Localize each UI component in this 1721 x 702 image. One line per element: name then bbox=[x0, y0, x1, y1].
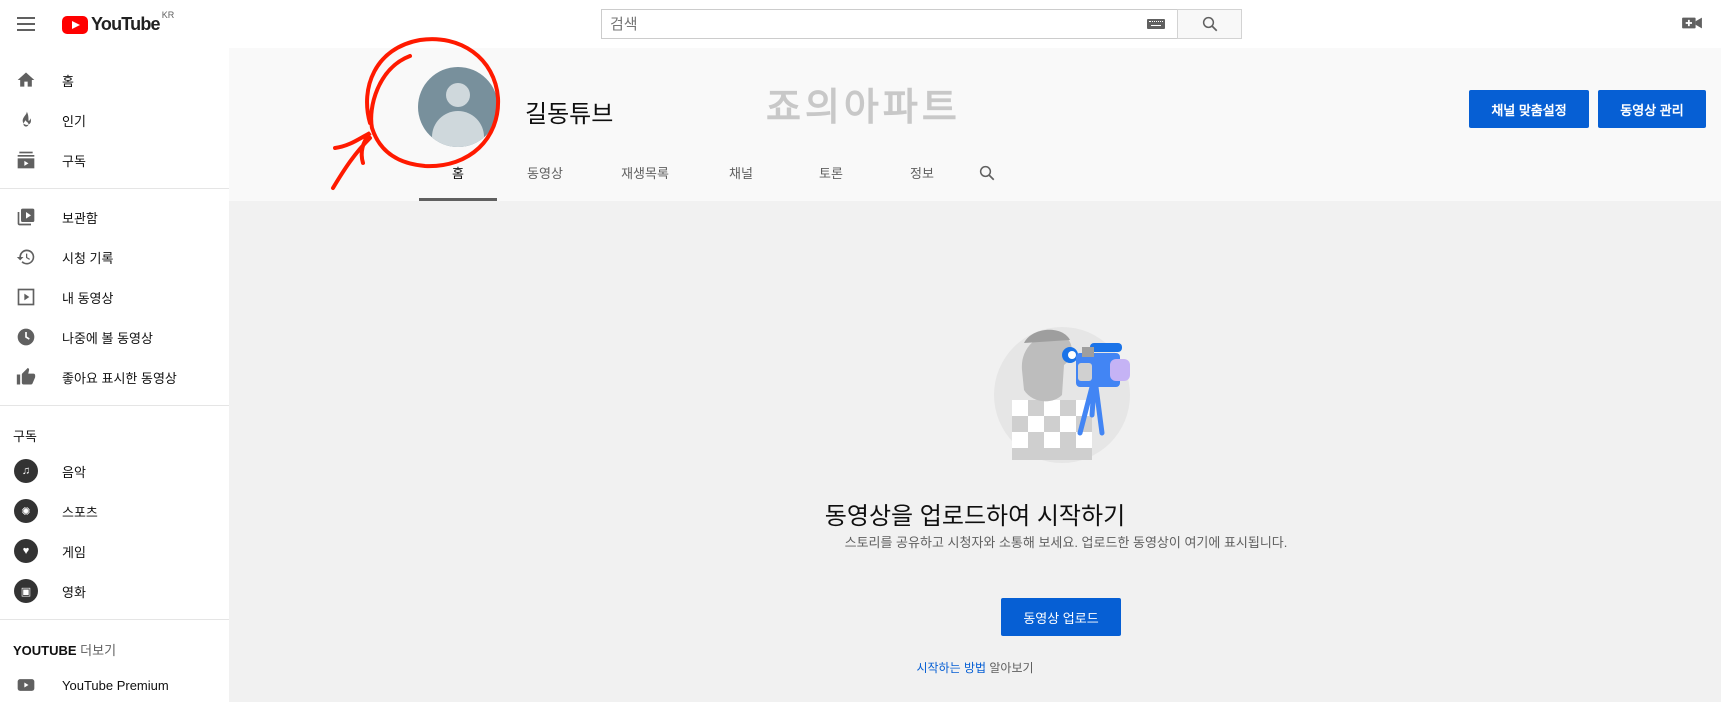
watermark-text: 죠의아파트 bbox=[766, 87, 961, 129]
learn-how-link[interactable]: 시작하는 방법 bbox=[916, 661, 986, 675]
my-videos-icon bbox=[14, 285, 38, 309]
sidebar-item-home[interactable]: 홈 bbox=[0, 60, 229, 100]
sidebar-item-music[interactable]: ♫ 음악 bbox=[0, 451, 229, 491]
menu-icon[interactable] bbox=[14, 12, 38, 36]
tab-home[interactable]: 홈 bbox=[419, 144, 497, 201]
tab-discussion[interactable]: 토론 bbox=[785, 144, 877, 201]
subscriptions-heading: 구독 bbox=[13, 429, 37, 444]
tab-channels[interactable]: 채널 bbox=[697, 144, 785, 201]
flame-icon bbox=[14, 108, 38, 132]
logo-region: KR bbox=[161, 10, 175, 20]
search-icon bbox=[979, 165, 995, 180]
learn-how-rest: 알아보기 bbox=[986, 661, 1034, 675]
sidebar: 홈 인기 구독 보관함 시청 기록 내 동영상 나중에 볼 동영상 좋아요 표시… bbox=[0, 48, 229, 702]
sidebar-item-trending[interactable]: 인기 bbox=[0, 100, 229, 140]
channel-name: 길동튜브 bbox=[525, 101, 614, 128]
sidebar-item-history[interactable]: 시청 기록 bbox=[0, 237, 229, 277]
sidebar-item-label: YouTube Premium bbox=[62, 677, 169, 693]
sidebar-item-label: 내 동영상 bbox=[62, 290, 114, 306]
create-video-icon[interactable] bbox=[1681, 14, 1703, 32]
channel-avatar[interactable] bbox=[418, 67, 498, 147]
tab-playlists[interactable]: 재생목록 bbox=[593, 144, 697, 201]
music-icon: ♫ bbox=[14, 459, 38, 483]
channel-tabs: 홈 동영상 재생목록 채널 토론 정보 bbox=[419, 144, 1007, 201]
movies-icon: ▣ bbox=[14, 579, 38, 603]
home-icon bbox=[14, 68, 38, 92]
sidebar-item-label: 시청 기록 bbox=[62, 250, 114, 266]
top-bar: YouTube KR bbox=[0, 0, 1721, 48]
youtube-logo[interactable]: YouTube KR bbox=[62, 10, 174, 35]
library-icon bbox=[14, 205, 38, 229]
youtube-play-icon bbox=[62, 15, 88, 34]
empty-state-title: 동영상을 업로드하여 시작하기 bbox=[824, 503, 1126, 530]
search-box bbox=[601, 9, 1177, 39]
more-heading-rest: 더보기 bbox=[76, 643, 117, 658]
history-icon bbox=[14, 245, 38, 269]
upload-video-button[interactable]: 동영상 업로드 bbox=[1001, 598, 1121, 636]
sidebar-item-label: 보관함 bbox=[62, 210, 98, 226]
sidebar-divider bbox=[0, 188, 229, 189]
channel-search-button[interactable] bbox=[967, 144, 1007, 201]
sidebar-item-gaming[interactable]: ♥ 게임 bbox=[0, 531, 229, 571]
subscriptions-icon bbox=[14, 148, 38, 172]
learn-how-text: 시작하는 방법 알아보기 bbox=[0, 659, 1721, 676]
empty-state-description: 스토리를 공유하고 시청자와 소통해 보세요. 업로드한 동영상이 여기에 표시… bbox=[844, 535, 1288, 550]
sidebar-item-liked-videos[interactable]: 좋아요 표시한 동영상 bbox=[0, 357, 229, 397]
channel-header: 길동튜브 죠의아파트 채널 맞춤설정 동영상 관리 홈 동영상 재생목록 채널 … bbox=[229, 48, 1721, 201]
sidebar-item-watch-later[interactable]: 나중에 볼 동영상 bbox=[0, 317, 229, 357]
sidebar-item-label: 인기 bbox=[62, 113, 86, 129]
keyboard-icon[interactable] bbox=[1147, 19, 1165, 29]
sidebar-divider bbox=[0, 619, 229, 620]
sidebar-divider bbox=[0, 405, 229, 406]
tab-about[interactable]: 정보 bbox=[877, 144, 967, 201]
thumbs-up-icon bbox=[14, 365, 38, 389]
manage-videos-button[interactable]: 동영상 관리 bbox=[1598, 90, 1706, 128]
sidebar-item-label: 구독 bbox=[62, 153, 86, 169]
search-button[interactable] bbox=[1177, 9, 1242, 39]
logo-text: YouTube bbox=[91, 14, 161, 34]
sidebar-item-label: 음악 bbox=[62, 464, 86, 480]
camera-operator-illustration bbox=[994, 327, 1130, 463]
search-bar bbox=[601, 9, 1242, 39]
more-heading-bold: YOUTUBE bbox=[13, 643, 77, 658]
sidebar-item-label: 좋아요 표시한 동영상 bbox=[62, 370, 177, 386]
sidebar-item-label: 나중에 볼 동영상 bbox=[62, 330, 153, 346]
search-icon bbox=[1202, 16, 1217, 32]
sidebar-item-movies[interactable]: ▣ 영화 bbox=[0, 571, 229, 611]
watch-later-icon bbox=[14, 325, 38, 349]
customize-channel-button[interactable]: 채널 맞춤설정 bbox=[1469, 90, 1589, 128]
sidebar-item-label: 홈 bbox=[62, 73, 74, 89]
sidebar-item-label: 게임 bbox=[62, 544, 86, 560]
tab-videos[interactable]: 동영상 bbox=[497, 144, 593, 201]
sidebar-item-library[interactable]: 보관함 bbox=[0, 197, 229, 237]
sidebar-item-my-videos[interactable]: 내 동영상 bbox=[0, 277, 229, 317]
search-input[interactable] bbox=[602, 10, 1177, 38]
sidebar-item-subscriptions[interactable]: 구독 bbox=[0, 140, 229, 180]
gaming-icon: ♥ bbox=[14, 539, 38, 563]
youtube-premium-icon bbox=[14, 673, 38, 697]
sidebar-item-label: 영화 bbox=[62, 584, 86, 600]
